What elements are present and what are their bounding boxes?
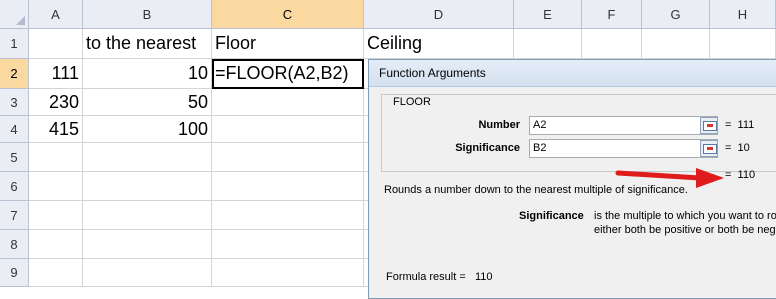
row-header-1[interactable]: 1 xyxy=(0,29,29,59)
row-header-7[interactable]: 7 xyxy=(0,201,29,230)
grid-cell[interactable] xyxy=(212,201,364,230)
significance-label: Significance xyxy=(455,142,520,154)
grid-cell[interactable] xyxy=(83,201,212,230)
cell-b4[interactable]: 100 xyxy=(83,116,212,143)
grid-cell[interactable] xyxy=(212,143,364,172)
grid-cell[interactable] xyxy=(582,29,642,59)
number-label: Number xyxy=(478,119,520,131)
grid-cell[interactable] xyxy=(29,29,83,59)
column-header-g[interactable]: G xyxy=(642,0,710,29)
cell-c1[interactable]: Floor xyxy=(212,29,364,59)
cell-a4[interactable]: 415 xyxy=(29,116,83,143)
cell-b2[interactable]: 10 xyxy=(83,59,212,89)
grid-cell[interactable] xyxy=(83,172,212,201)
number-result: = 111 xyxy=(725,119,755,131)
row-header-8[interactable]: 8 xyxy=(0,230,29,259)
column-header-a[interactable]: A xyxy=(29,0,83,29)
arrow-head xyxy=(696,168,724,188)
function-result: = 110 xyxy=(725,169,756,181)
row-header-3[interactable]: 3 xyxy=(0,89,29,116)
column-header-f[interactable]: F xyxy=(582,0,642,29)
significance-input[interactable]: B2 xyxy=(529,139,718,158)
grid-cell[interactable] xyxy=(212,89,364,116)
grid-cell[interactable] xyxy=(29,172,83,201)
column-header-h[interactable]: H xyxy=(710,0,776,29)
function-name-label: FLOOR xyxy=(393,96,431,108)
grid-cell[interactable] xyxy=(212,230,364,259)
row-header-2[interactable]: 2 xyxy=(0,59,29,89)
grid-cell[interactable] xyxy=(29,201,83,230)
grid-cell[interactable] xyxy=(212,116,364,143)
column-header-e[interactable]: E xyxy=(514,0,582,29)
cell-d1[interactable]: Ceiling xyxy=(364,29,514,59)
grid-cell[interactable] xyxy=(83,143,212,172)
cell-c2-active[interactable]: =FLOOR(A2,B2) xyxy=(212,59,364,89)
cell-a2[interactable]: 111 xyxy=(29,59,83,89)
cell-a3[interactable]: 230 xyxy=(29,89,83,116)
cell-b1[interactable]: to the nearest xyxy=(83,29,212,59)
collapse-dialog-icon[interactable] xyxy=(700,117,718,134)
grid-cell[interactable] xyxy=(29,143,83,172)
dialog-title[interactable]: Function Arguments xyxy=(369,60,776,87)
arrow-shaft xyxy=(615,170,703,181)
column-header-b[interactable]: B xyxy=(83,0,212,29)
row-header-4[interactable]: 4 xyxy=(0,116,29,143)
parameter-description-line-2: either both be positive or both be neg xyxy=(594,224,776,236)
select-all-corner[interactable] xyxy=(0,0,29,29)
grid-cell[interactable] xyxy=(29,259,83,287)
grid-cell[interactable] xyxy=(514,29,582,59)
grid-cell[interactable] xyxy=(212,259,364,287)
significance-result: = 10 xyxy=(725,142,750,154)
red-arrow-annotation xyxy=(615,168,724,188)
grid-cell[interactable] xyxy=(212,172,364,201)
column-header-c[interactable]: C xyxy=(212,0,364,29)
number-input[interactable]: A2 xyxy=(529,116,718,135)
cell-b3[interactable]: 50 xyxy=(83,89,212,116)
row-header-5[interactable]: 5 xyxy=(0,143,29,172)
grid-cell[interactable] xyxy=(642,29,710,59)
grid-cell[interactable] xyxy=(710,29,776,59)
grid-cell[interactable] xyxy=(83,259,212,287)
formula-result: Formula result = 110 xyxy=(386,271,493,283)
grid-cell[interactable] xyxy=(83,230,212,259)
column-header-d[interactable]: D xyxy=(364,0,514,29)
row-header-6[interactable]: 6 xyxy=(0,172,29,201)
parameter-name: Significance xyxy=(519,210,584,222)
collapse-dialog-icon[interactable] xyxy=(700,140,718,157)
parameter-description-line-1: is the multiple to which you want to ro xyxy=(594,210,776,222)
grid-cell[interactable] xyxy=(29,230,83,259)
row-header-9[interactable]: 9 xyxy=(0,259,29,287)
